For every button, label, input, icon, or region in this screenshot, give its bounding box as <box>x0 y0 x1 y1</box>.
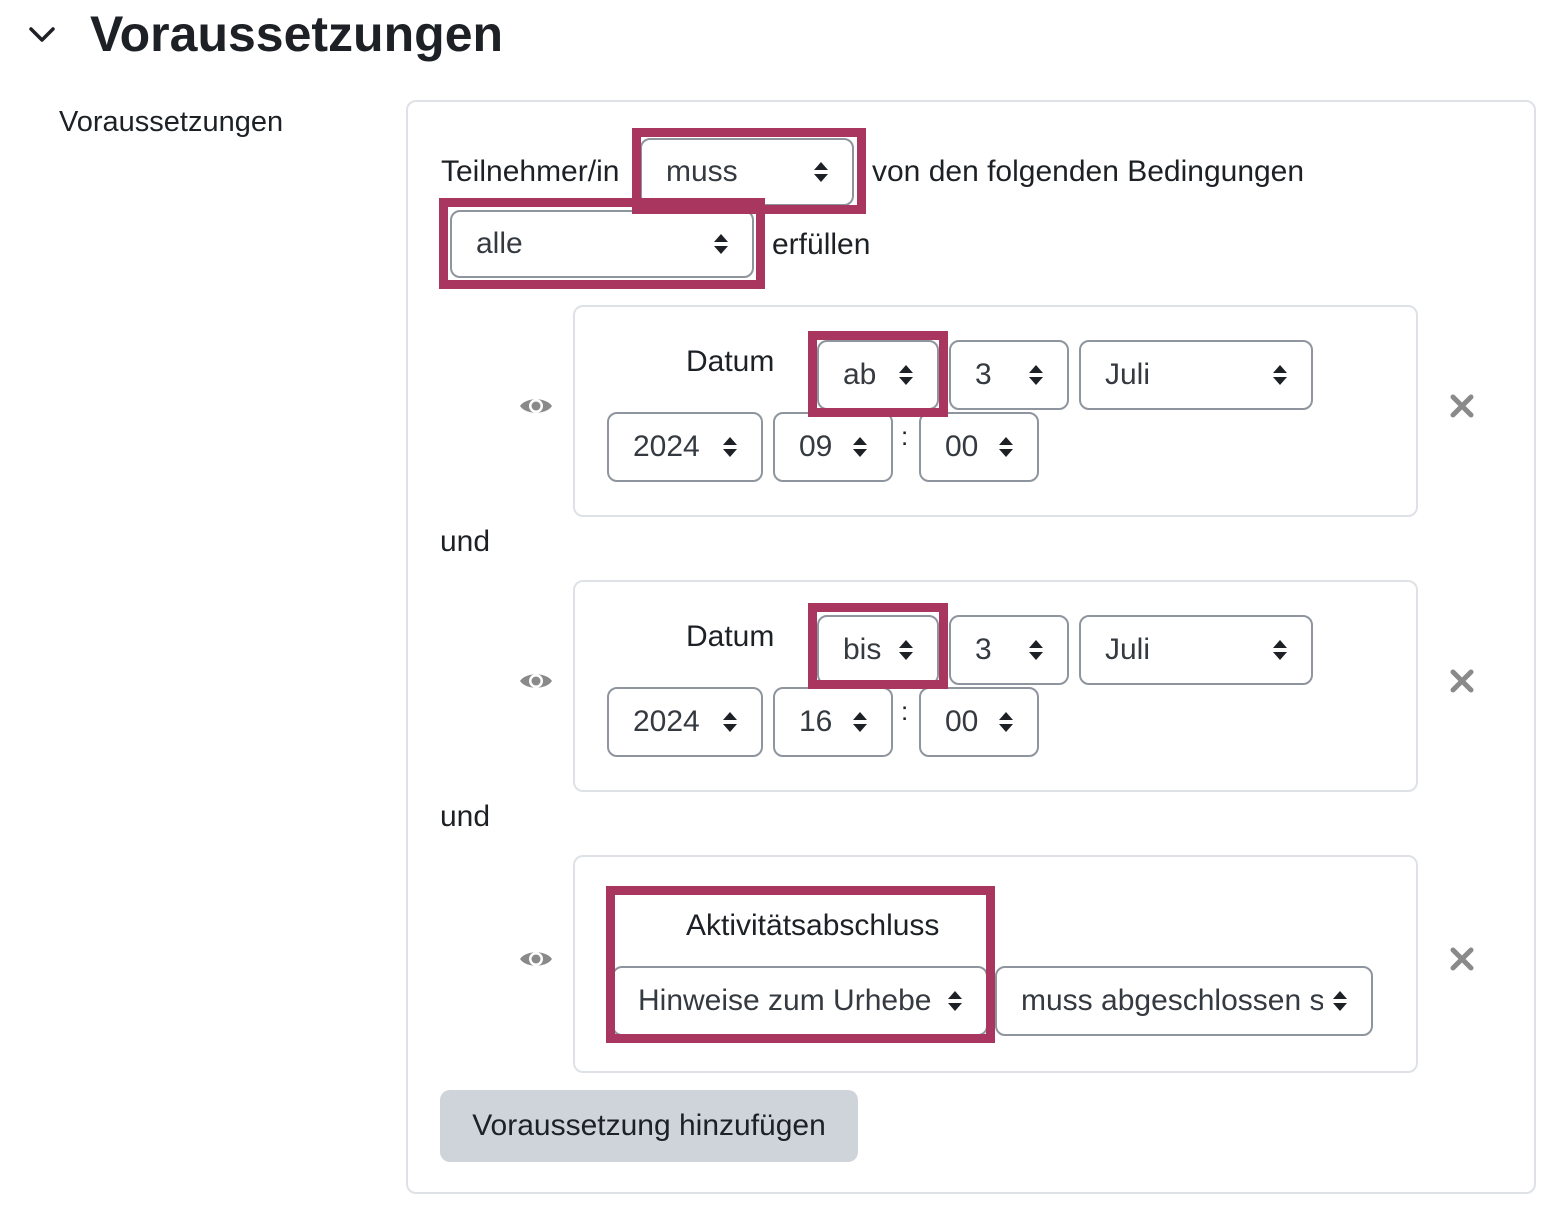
sort-caret-icon <box>1029 640 1043 660</box>
day-select-value: 3 <box>975 633 992 666</box>
close-icon[interactable] <box>1448 392 1476 420</box>
sort-caret-icon <box>1029 365 1043 385</box>
sort-caret-icon <box>714 234 728 254</box>
field-label: Voraussetzungen <box>59 106 284 138</box>
sort-caret-icon <box>853 712 867 732</box>
sort-caret-icon <box>814 162 828 182</box>
condition-activity-completion <box>573 855 1418 1073</box>
hour-select-value: 09 <box>799 430 833 463</box>
must-select-value: muss <box>666 155 738 188</box>
time-separator: : <box>901 421 909 451</box>
must-select[interactable]: muss <box>640 138 854 206</box>
month-select-value: Juli <box>1105 633 1151 666</box>
year-select[interactable]: 2024 <box>607 687 763 757</box>
close-icon[interactable] <box>1448 945 1476 973</box>
eye-icon[interactable] <box>518 669 554 693</box>
minute-select[interactable]: 00 <box>919 412 1039 482</box>
intro-middle: von den folgenden Bedingungen <box>872 155 1305 188</box>
year-select-value: 2024 <box>633 705 700 738</box>
intro-suffix: erfüllen <box>772 228 871 261</box>
minute-select-value: 00 <box>945 705 979 738</box>
sort-caret-icon <box>1273 365 1287 385</box>
connector-label: und <box>440 525 491 558</box>
direction-select[interactable]: bis <box>817 615 939 685</box>
day-select[interactable]: 3 <box>949 615 1069 685</box>
eye-icon[interactable] <box>518 947 554 971</box>
chevron-down-icon[interactable] <box>22 14 62 54</box>
hour-select-value: 16 <box>799 705 833 738</box>
sort-caret-icon <box>1273 640 1287 660</box>
all-select-value: alle <box>476 227 523 260</box>
minute-select[interactable]: 00 <box>919 687 1039 757</box>
activity-select[interactable]: Hinweise zum Urhebe <box>612 966 988 1036</box>
sort-caret-icon <box>899 365 913 385</box>
close-icon[interactable] <box>1448 667 1476 695</box>
hour-select[interactable]: 09 <box>773 412 893 482</box>
sort-caret-icon <box>899 640 913 660</box>
time-separator: : <box>901 696 909 726</box>
month-select[interactable]: Juli <box>1079 340 1313 410</box>
sort-caret-icon <box>948 991 962 1011</box>
hour-select[interactable]: 16 <box>773 687 893 757</box>
sort-caret-icon <box>853 437 867 457</box>
condition-date-from <box>573 305 1418 517</box>
sort-caret-icon <box>999 437 1013 457</box>
all-select[interactable]: alle <box>450 210 754 278</box>
add-restriction-button[interactable]: Voraussetzung hinzufügen <box>440 1090 858 1162</box>
sort-caret-icon <box>723 437 737 457</box>
direction-select-value: ab <box>843 358 877 391</box>
section-title: Voraussetzungen <box>90 6 504 62</box>
condition-type-label: Aktivitätsabschluss <box>686 909 940 942</box>
sort-caret-icon <box>723 712 737 732</box>
condition-type-label: Datum <box>686 620 775 653</box>
sort-caret-icon <box>999 712 1013 732</box>
year-select-value: 2024 <box>633 430 700 463</box>
month-select-value: Juli <box>1105 358 1151 391</box>
direction-select-value: bis <box>843 633 882 666</box>
day-select[interactable]: 3 <box>949 340 1069 410</box>
minute-select-value: 00 <box>945 430 979 463</box>
day-select-value: 3 <box>975 358 992 391</box>
condition-date-until <box>573 580 1418 792</box>
completion-state-select-value: muss abgeschlossen s <box>1021 984 1323 1017</box>
year-select[interactable]: 2024 <box>607 412 763 482</box>
month-select[interactable]: Juli <box>1079 615 1313 685</box>
sort-caret-icon <box>1333 991 1347 1011</box>
intro-prefix: Teilnehmer/in <box>441 155 620 188</box>
direction-select[interactable]: ab <box>817 340 939 410</box>
completion-state-select[interactable]: muss abgeschlossen s <box>995 966 1373 1036</box>
connector-label: und <box>440 800 491 833</box>
condition-type-label: Datum <box>686 345 775 378</box>
eye-icon[interactable] <box>518 394 554 418</box>
activity-select-value: Hinweise zum Urhebe <box>638 984 932 1017</box>
